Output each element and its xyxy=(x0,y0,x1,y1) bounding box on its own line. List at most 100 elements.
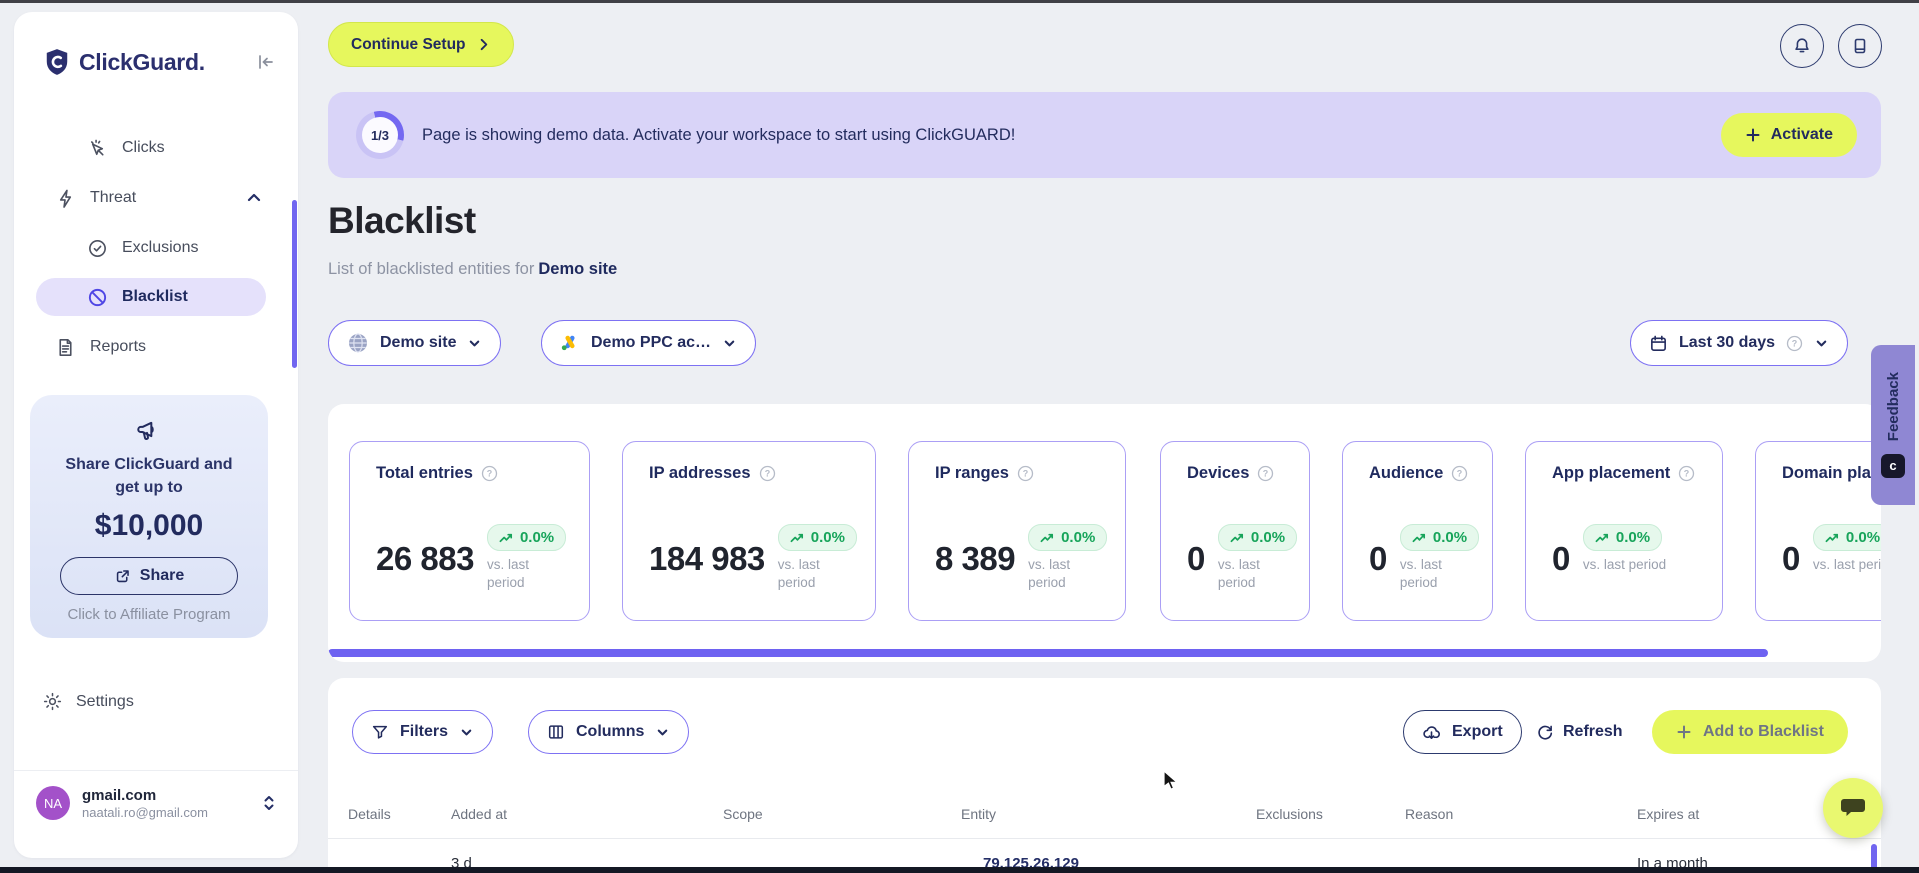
col-header-reason[interactable]: Reason xyxy=(1405,806,1453,822)
sidebar-scrollbar-thumb[interactable] xyxy=(292,200,297,368)
banner-message: Page is showing demo data. Activate your… xyxy=(422,125,1016,144)
notifications-button[interactable] xyxy=(1780,24,1824,68)
delta-badge: 0.0% xyxy=(486,524,567,551)
col-header-scope[interactable]: Scope xyxy=(723,806,763,822)
svg-text:?: ? xyxy=(1263,469,1268,479)
svg-text:?: ? xyxy=(1457,469,1462,479)
col-header-expires-at[interactable]: Expires at xyxy=(1637,806,1699,822)
promo-line1: Share ClickGuard and xyxy=(65,456,233,473)
plus-icon xyxy=(1676,724,1692,740)
clickguard-shield-icon xyxy=(44,48,70,76)
activate-button[interactable]: Activate xyxy=(1720,113,1857,157)
chevron-up-icon[interactable] xyxy=(246,190,262,206)
sidebar-item-blacklist[interactable]: Blacklist xyxy=(36,278,266,316)
delta-badge: 0.0% xyxy=(1028,524,1108,551)
filters-dropdown[interactable]: Filters xyxy=(352,710,494,754)
help-icon[interactable]: ? xyxy=(759,465,776,482)
ppc-account-selector[interactable]: Demo PPC ac… xyxy=(541,320,757,366)
stat-value: 0 xyxy=(1552,540,1570,577)
share-button-label: Share xyxy=(139,567,185,585)
columns-dropdown[interactable]: Columns xyxy=(528,710,690,754)
stat-card-domain-placement: Domain placement? 0 0.0% vs. last period xyxy=(1755,441,1881,621)
stats-panel: Total entries? 26 883 0.0% vs. last peri… xyxy=(328,404,1881,662)
sidebar-item-label: Threat xyxy=(90,189,137,206)
promo-amount: $10,000 xyxy=(94,509,204,543)
delta-caption: vs. last period xyxy=(1028,557,1071,591)
stat-value: 184 983 xyxy=(649,540,765,577)
delta-caption: vs. last period xyxy=(777,557,820,591)
sidebar-item-threat[interactable]: Threat xyxy=(14,179,298,217)
account-switcher[interactable]: NA gmail.com naatali.ro@gmail.com xyxy=(36,786,276,820)
funnel-icon xyxy=(371,723,389,741)
feedback-label: Feedback xyxy=(1884,372,1902,442)
help-icon[interactable]: ? xyxy=(1678,465,1695,482)
docs-button[interactable] xyxy=(1838,24,1882,68)
col-header-details[interactable]: Details xyxy=(348,806,391,822)
feedback-tab[interactable]: Feedback c xyxy=(1871,345,1915,505)
globe-icon xyxy=(347,332,369,354)
affiliate-promo-card[interactable]: Share ClickGuard and get up to $10,000 S… xyxy=(30,395,268,638)
window-bottom-edge xyxy=(0,867,1919,873)
export-button[interactable]: Export xyxy=(1403,710,1522,754)
sidebar-collapse-icon[interactable] xyxy=(256,52,276,72)
sidebar-item-settings[interactable]: Settings xyxy=(42,691,134,712)
book-icon xyxy=(1850,36,1870,56)
document-icon xyxy=(55,337,76,358)
svg-text:?: ? xyxy=(1792,338,1797,348)
user-email: naatali.ro@gmail.com xyxy=(82,804,208,820)
chevron-down-icon xyxy=(655,725,670,740)
ppc-account-value: Demo PPC ac… xyxy=(591,334,712,351)
stat-value: 0 xyxy=(1782,540,1800,577)
bell-icon xyxy=(1792,36,1812,56)
columns-icon xyxy=(547,723,565,741)
stat-card-ip-addresses: IP addresses? 184 983 0.0% vs. last peri… xyxy=(622,441,876,621)
delta-caption: vs. last period xyxy=(486,557,529,591)
mouse-cursor xyxy=(1163,770,1183,792)
sidebar-item-reports[interactable]: Reports xyxy=(14,328,298,366)
sidebar-item-label: Reports xyxy=(90,338,147,355)
lightning-icon xyxy=(55,188,76,209)
sidebar-item-clicks[interactable]: Clicks xyxy=(14,129,298,167)
delta-badge: 0.0% xyxy=(1582,524,1663,551)
stat-card-ip-ranges: IP ranges? 8 389 0.0% vs. last period xyxy=(908,441,1126,621)
chevron-down-icon xyxy=(722,336,737,351)
calendar-icon xyxy=(1649,334,1668,353)
sidebar-item-exclusions[interactable]: Exclusions xyxy=(14,229,298,267)
chat-widget-button[interactable] xyxy=(1823,778,1883,838)
blocked-icon xyxy=(87,287,108,308)
continue-setup-label: Continue Setup xyxy=(351,35,466,53)
refresh-button[interactable]: Refresh xyxy=(1536,710,1623,754)
col-header-exclusions[interactable]: Exclusions xyxy=(1256,806,1323,822)
date-range-selector[interactable]: Last 30 days ? xyxy=(1630,320,1849,366)
brand-logo: ClickGuard. xyxy=(44,48,205,76)
stat-card-audience: Audience? 0 0.0% vs. last period xyxy=(1342,441,1493,621)
col-header-entity[interactable]: Entity xyxy=(961,806,996,822)
site-selector[interactable]: Demo site xyxy=(328,320,502,366)
share-button[interactable]: Share xyxy=(60,557,238,596)
sidebar-item-label: Exclusions xyxy=(122,239,199,256)
help-icon[interactable]: ? xyxy=(481,465,498,482)
affiliate-link-text[interactable]: Click to Affiliate Program xyxy=(30,606,268,623)
help-icon[interactable]: ? xyxy=(1017,465,1034,482)
help-icon[interactable]: ? xyxy=(1257,465,1274,482)
chevron-down-icon xyxy=(459,725,474,740)
chevron-right-icon xyxy=(476,37,491,52)
cards-horizontal-scrollbar[interactable] xyxy=(328,649,1768,657)
help-icon[interactable]: ? xyxy=(1451,465,1468,482)
delta-caption: vs. last period xyxy=(1812,557,1881,572)
blacklist-table-panel: Filters Columns Export Refresh Add to Bl… xyxy=(328,678,1881,867)
setup-progress-step: 1/3 xyxy=(362,117,398,153)
page-subtitle: List of blacklisted entities for Demo sit… xyxy=(328,260,617,279)
select-chevrons-icon xyxy=(262,794,276,812)
delta-caption: vs. last period xyxy=(1582,557,1667,572)
delta-caption: vs. last period xyxy=(1217,557,1260,591)
svg-text:?: ? xyxy=(1684,469,1689,479)
add-to-blacklist-button[interactable]: Add to Blacklist xyxy=(1652,710,1848,754)
brand-wordmark: ClickGuard. xyxy=(79,48,205,75)
svg-text:?: ? xyxy=(764,469,769,479)
help-icon[interactable]: ? xyxy=(1786,335,1803,352)
col-header-added-at[interactable]: Added at xyxy=(451,806,507,822)
continue-setup-button[interactable]: Continue Setup xyxy=(328,22,514,67)
activate-label: Activate xyxy=(1770,126,1833,143)
table-vertical-scrollbar[interactable] xyxy=(1871,844,1877,867)
